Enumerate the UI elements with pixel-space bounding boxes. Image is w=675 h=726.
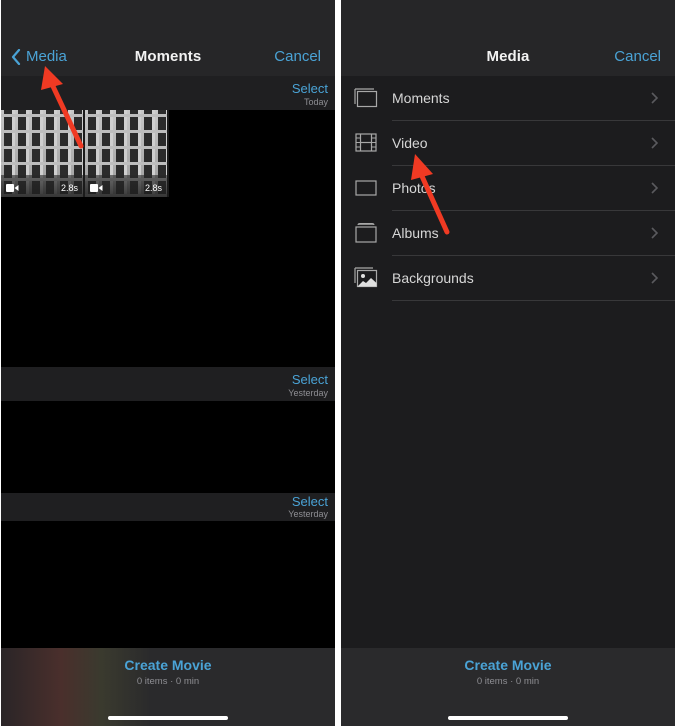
section-date: Yesterday	[288, 509, 328, 519]
home-indicator[interactable]	[448, 716, 568, 720]
media-list: Moments Video Photos Albums Backgrounds	[341, 76, 675, 301]
section-header-today: Select Today	[1, 76, 335, 110]
media-item-label: Backgrounds	[392, 270, 474, 286]
media-item-label: Albums	[392, 225, 439, 241]
moments-icon	[354, 88, 378, 108]
create-movie-button[interactable]: Create Movie	[1, 657, 335, 673]
section-date: Yesterday	[288, 388, 328, 398]
video-camera-icon	[90, 184, 103, 192]
thumbnail-grid: 2.8s 2.8s	[1, 110, 169, 197]
chevron-right-icon	[651, 272, 658, 284]
chevron-right-icon	[651, 182, 658, 194]
album-stack-icon	[355, 223, 377, 243]
media-item-moments[interactable]: Moments	[341, 76, 675, 121]
video-camera-icon	[6, 184, 19, 192]
media-item-label: Moments	[392, 90, 450, 106]
nav-bar: Media Cancel	[341, 0, 675, 76]
select-button[interactable]: Select	[292, 494, 328, 509]
create-movie-button[interactable]: Create Movie	[341, 657, 675, 673]
chevron-right-icon	[651, 227, 658, 239]
photo-frame-icon	[355, 180, 377, 196]
media-item-label: Photos	[392, 180, 436, 196]
media-item-albums[interactable]: Albums	[341, 211, 675, 256]
media-screen: Media Cancel Moments Video Photos Albums…	[341, 0, 675, 726]
cancel-button[interactable]: Cancel	[614, 48, 661, 65]
select-button[interactable]: Select	[292, 81, 328, 96]
video-thumbnail[interactable]: 2.8s	[1, 110, 83, 197]
selection-summary: 0 items · 0 min	[476, 676, 540, 687]
media-item-video[interactable]: Video	[341, 121, 675, 166]
select-button[interactable]: Select	[292, 372, 328, 387]
section-date: Today	[303, 97, 328, 107]
landscape-icon	[354, 267, 378, 288]
selection-summary: 0 items · 0 min	[136, 676, 200, 687]
create-movie-bar: Create Movie 0 items · 0 min	[1, 648, 335, 726]
media-item-photos[interactable]: Photos	[341, 166, 675, 211]
nav-bar: Media Moments Cancel	[1, 0, 335, 76]
video-thumbnail[interactable]: 2.8s	[85, 110, 167, 197]
create-movie-bar: Create Movie 0 items · 0 min	[341, 648, 675, 726]
cancel-button[interactable]: Cancel	[274, 48, 321, 65]
chevron-right-icon	[651, 137, 658, 149]
section-header-yesterday: Select Yesterday	[1, 493, 335, 521]
media-item-label: Video	[392, 135, 428, 151]
video-duration: 2.8s	[60, 183, 78, 193]
chevron-right-icon	[651, 92, 658, 104]
section-header-yesterday: Select Yesterday	[1, 367, 335, 401]
moments-screen: Media Moments Cancel Select Today 2.8s 2…	[1, 0, 335, 726]
video-duration: 2.8s	[144, 183, 162, 193]
home-indicator[interactable]	[108, 716, 228, 720]
media-item-backgrounds[interactable]: Backgrounds	[341, 256, 675, 301]
film-icon	[355, 133, 377, 152]
